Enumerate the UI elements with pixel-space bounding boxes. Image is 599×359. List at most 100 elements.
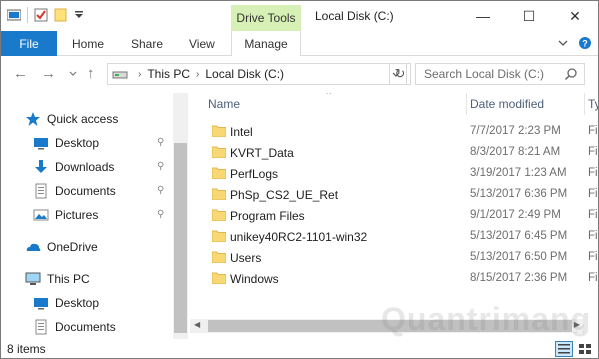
- close-button[interactable]: ✕: [553, 3, 597, 29]
- nav-item-label: Desktop: [55, 136, 100, 150]
- pin-icon[interactable]: ⚲: [157, 209, 164, 220]
- new-folder-icon[interactable]: [54, 8, 68, 22]
- recent-locations-icon[interactable]: [69, 71, 77, 77]
- pin-icon[interactable]: ⚲: [157, 137, 164, 148]
- file-type: Fi: [588, 146, 598, 158]
- desktop-icon: [34, 298, 48, 310]
- tab-view[interactable]: View: [189, 31, 215, 56]
- help-icon[interactable]: ?: [578, 36, 592, 50]
- computer-icon: [25, 272, 41, 285]
- explorer-window: Drive Tools Local Disk (C:) — ☐ ✕ File H…: [0, 0, 599, 359]
- column-header-date[interactable]: Date modified: [470, 93, 544, 115]
- large-icons-view-icon: [579, 344, 591, 354]
- address-bar[interactable]: › This PC › Local Disk (C:): [107, 63, 407, 85]
- column-divider[interactable]: [584, 93, 585, 115]
- drive-icon: [112, 71, 128, 79]
- ribbon-controls: ?: [558, 36, 592, 50]
- file-date: 8/3/2017 8:21 AM: [470, 146, 561, 158]
- documents-icon: [35, 319, 47, 335]
- file-date: 9/1/2017 2:49 PM: [470, 209, 561, 221]
- table-row[interactable]: PerfLogs 3/19/2017 1:23 AM Fi: [190, 163, 598, 184]
- table-row[interactable]: KVRT_Data 8/3/2017 8:21 AM Fi: [190, 142, 598, 163]
- back-icon[interactable]: ←: [13, 65, 28, 82]
- refresh-button[interactable]: ↻: [389, 63, 411, 85]
- table-row[interactable]: Windows 8/15/2017 2:36 PM Fi: [190, 268, 598, 289]
- nav-item-quick-access[interactable]: Quick access: [25, 107, 189, 131]
- pictures-icon: [33, 209, 49, 221]
- nav-item-onedrive[interactable]: OneDrive: [25, 235, 189, 259]
- folder-icon: [212, 272, 226, 284]
- pin-icon[interactable]: ⚲: [157, 161, 164, 172]
- properties-icon[interactable]: [34, 8, 48, 22]
- table-row[interactable]: PhSp_CS2_UE_Ret 5/13/2017 6:36 PM Fi: [190, 184, 598, 205]
- table-row[interactable]: Users 5/13/2017 6:50 PM Fi: [190, 247, 598, 268]
- folder-icon: [212, 146, 226, 158]
- breadcrumb-chevron-icon[interactable]: ›: [138, 69, 141, 80]
- column-header-name[interactable]: Name: [208, 93, 240, 115]
- minimize-button[interactable]: —: [461, 3, 505, 29]
- tab-file[interactable]: File: [1, 31, 57, 56]
- nav-scrollbar[interactable]: [173, 93, 188, 341]
- table-row[interactable]: unikey40RC2-1101-win32 5/13/2017 6:45 PM…: [190, 226, 598, 247]
- close-icon: ✕: [569, 7, 581, 24]
- details-view-icon: [558, 344, 570, 354]
- details-view-button[interactable]: [555, 341, 573, 357]
- qat-separator: [27, 7, 28, 23]
- breadcrumb-chevron-icon[interactable]: ›: [196, 69, 199, 80]
- nav-item-label: Downloads: [55, 160, 115, 174]
- search-input[interactable]: Search Local Disk (C:): [415, 63, 585, 85]
- maximize-icon: ☐: [522, 7, 536, 24]
- breadcrumb-this-pc[interactable]: This PC: [147, 67, 190, 81]
- column-header-type[interactable]: Ty: [588, 93, 598, 115]
- nav-item-downloads[interactable]: Downloads: [33, 155, 189, 179]
- maximize-button[interactable]: ☐: [507, 3, 551, 29]
- svg-text:?: ?: [582, 39, 588, 49]
- file-date: 5/13/2017 6:36 PM: [470, 188, 568, 200]
- chevron-down-icon[interactable]: [558, 39, 568, 47]
- sort-ascending-icon: ˄: [326, 93, 331, 97]
- nav-item-desktop[interactable]: Desktop: [33, 131, 189, 155]
- nav-item-pictures[interactable]: Pictures: [33, 203, 189, 227]
- drive-tools-contextual-tab: Drive Tools: [231, 5, 301, 31]
- search-placeholder: Search Local Disk (C:): [424, 67, 545, 81]
- tab-manage[interactable]: Manage: [231, 31, 301, 56]
- customize-qat-icon[interactable]: [74, 10, 84, 20]
- nav-item-documents-pc[interactable]: Documents: [33, 315, 189, 339]
- folder-icon: [212, 230, 226, 242]
- nav-item-label: This PC: [47, 272, 90, 286]
- quick-access-toolbar: [7, 7, 84, 23]
- nav-item-documents[interactable]: Documents: [33, 179, 189, 203]
- large-icons-view-button[interactable]: [576, 341, 594, 357]
- nav-item-this-pc[interactable]: This PC: [25, 267, 189, 291]
- nav-item-label: Documents: [55, 320, 116, 334]
- folder-icon: [212, 251, 226, 263]
- nav-item-label: Documents: [55, 184, 116, 198]
- status-bar: 8 items: [1, 339, 598, 358]
- tab-share[interactable]: Share: [131, 31, 163, 56]
- file-date: 5/13/2017 6:50 PM: [470, 251, 568, 263]
- minimize-icon: —: [476, 8, 490, 24]
- nav-item-desktop-pc[interactable]: Desktop: [33, 291, 189, 315]
- nav-item-label: Quick access: [47, 112, 119, 126]
- nav-scrollbar-thumb[interactable]: [174, 143, 187, 333]
- documents-icon: [35, 183, 47, 199]
- folder-icon: [212, 167, 226, 179]
- table-row[interactable]: Program Files 9/1/2017 2:49 PM Fi: [190, 205, 598, 226]
- folder-icon: [212, 125, 226, 137]
- file-name: Users: [230, 251, 262, 265]
- folder-icon: [212, 209, 226, 221]
- download-icon: [35, 160, 47, 173]
- scroll-left-icon[interactable]: ◀: [194, 320, 200, 329]
- pin-icon[interactable]: ⚲: [157, 185, 164, 196]
- file-date: 7/7/2017 2:23 PM: [470, 125, 561, 137]
- column-divider[interactable]: [466, 93, 467, 115]
- breadcrumb-local-disk[interactable]: Local Disk (C:): [205, 67, 284, 81]
- file-date: 5/13/2017 6:45 PM: [470, 230, 568, 242]
- table-row[interactable]: Intel 7/7/2017 2:23 PM Fi: [190, 121, 598, 142]
- up-icon[interactable]: ↑: [87, 65, 95, 82]
- search-icon: [564, 68, 577, 81]
- forward-icon[interactable]: →: [41, 65, 56, 82]
- ribbon-tab-bar: File Home Share View Manage ?: [1, 31, 598, 56]
- title-bar: Drive Tools Local Disk (C:) — ☐ ✕: [1, 1, 598, 31]
- tab-home[interactable]: Home: [72, 31, 104, 56]
